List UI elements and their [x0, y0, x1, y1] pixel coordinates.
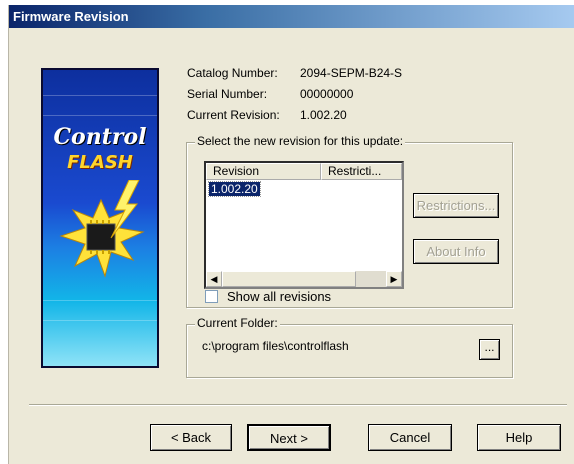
revision-group-legend: Select the new revision for this update:: [195, 134, 406, 148]
show-all-revisions-checkbox[interactable]: [205, 290, 218, 303]
revision-groupbox: Select the new revision for this update:…: [186, 134, 513, 308]
scroll-thumb[interactable]: [222, 271, 356, 287]
column-header-restrictions[interactable]: Restricti...: [321, 163, 402, 180]
current-folder-path: c:\program files\controlflash: [202, 339, 349, 353]
revision-list[interactable]: Revision Restricti... 1.002.20 ◀ ▶: [204, 161, 404, 289]
footer-separator: [29, 404, 567, 406]
logo-text-control: Control: [53, 124, 147, 150]
serial-number-label: Serial Number:: [187, 87, 268, 101]
about-info-button[interactable]: About Info: [413, 239, 499, 264]
controlflash-logo: Control FLASH: [41, 68, 159, 368]
column-header-revision[interactable]: Revision: [206, 163, 321, 180]
horizontal-scrollbar[interactable]: ◀ ▶: [206, 271, 402, 287]
serial-number-value: 00000000: [300, 87, 354, 101]
firmware-revision-dialog: Firmware Revision Control FLASH Catalog …: [8, 5, 574, 464]
dialog-title: Firmware Revision: [9, 5, 574, 28]
catalog-number-label: Catalog Number:: [187, 66, 278, 80]
current-folder-legend: Current Folder:: [195, 316, 280, 330]
chip-lightning-icon: [59, 180, 145, 278]
cancel-button[interactable]: Cancel: [368, 424, 452, 451]
logo-text-flash: FLASH: [67, 152, 133, 173]
current-revision-label: Current Revision:: [187, 108, 280, 122]
help-button[interactable]: Help: [477, 424, 561, 451]
show-all-revisions-label: Show all revisions: [227, 289, 332, 304]
revision-list-item[interactable]: 1.002.20: [208, 181, 261, 197]
scroll-left-icon[interactable]: ◀: [206, 271, 222, 287]
catalog-number-value: 2094-SEPM-B24-S: [300, 66, 403, 80]
restrictions-button[interactable]: Restrictions...: [413, 193, 499, 218]
scroll-right-icon[interactable]: ▶: [386, 271, 402, 287]
current-revision-value: 1.002.20: [300, 108, 347, 122]
browse-folder-button[interactable]: ...: [479, 339, 500, 360]
next-button[interactable]: Next >: [247, 424, 331, 451]
current-folder-groupbox: Current Folder: c:\program files\control…: [186, 316, 513, 378]
back-button[interactable]: < Back: [150, 424, 232, 451]
